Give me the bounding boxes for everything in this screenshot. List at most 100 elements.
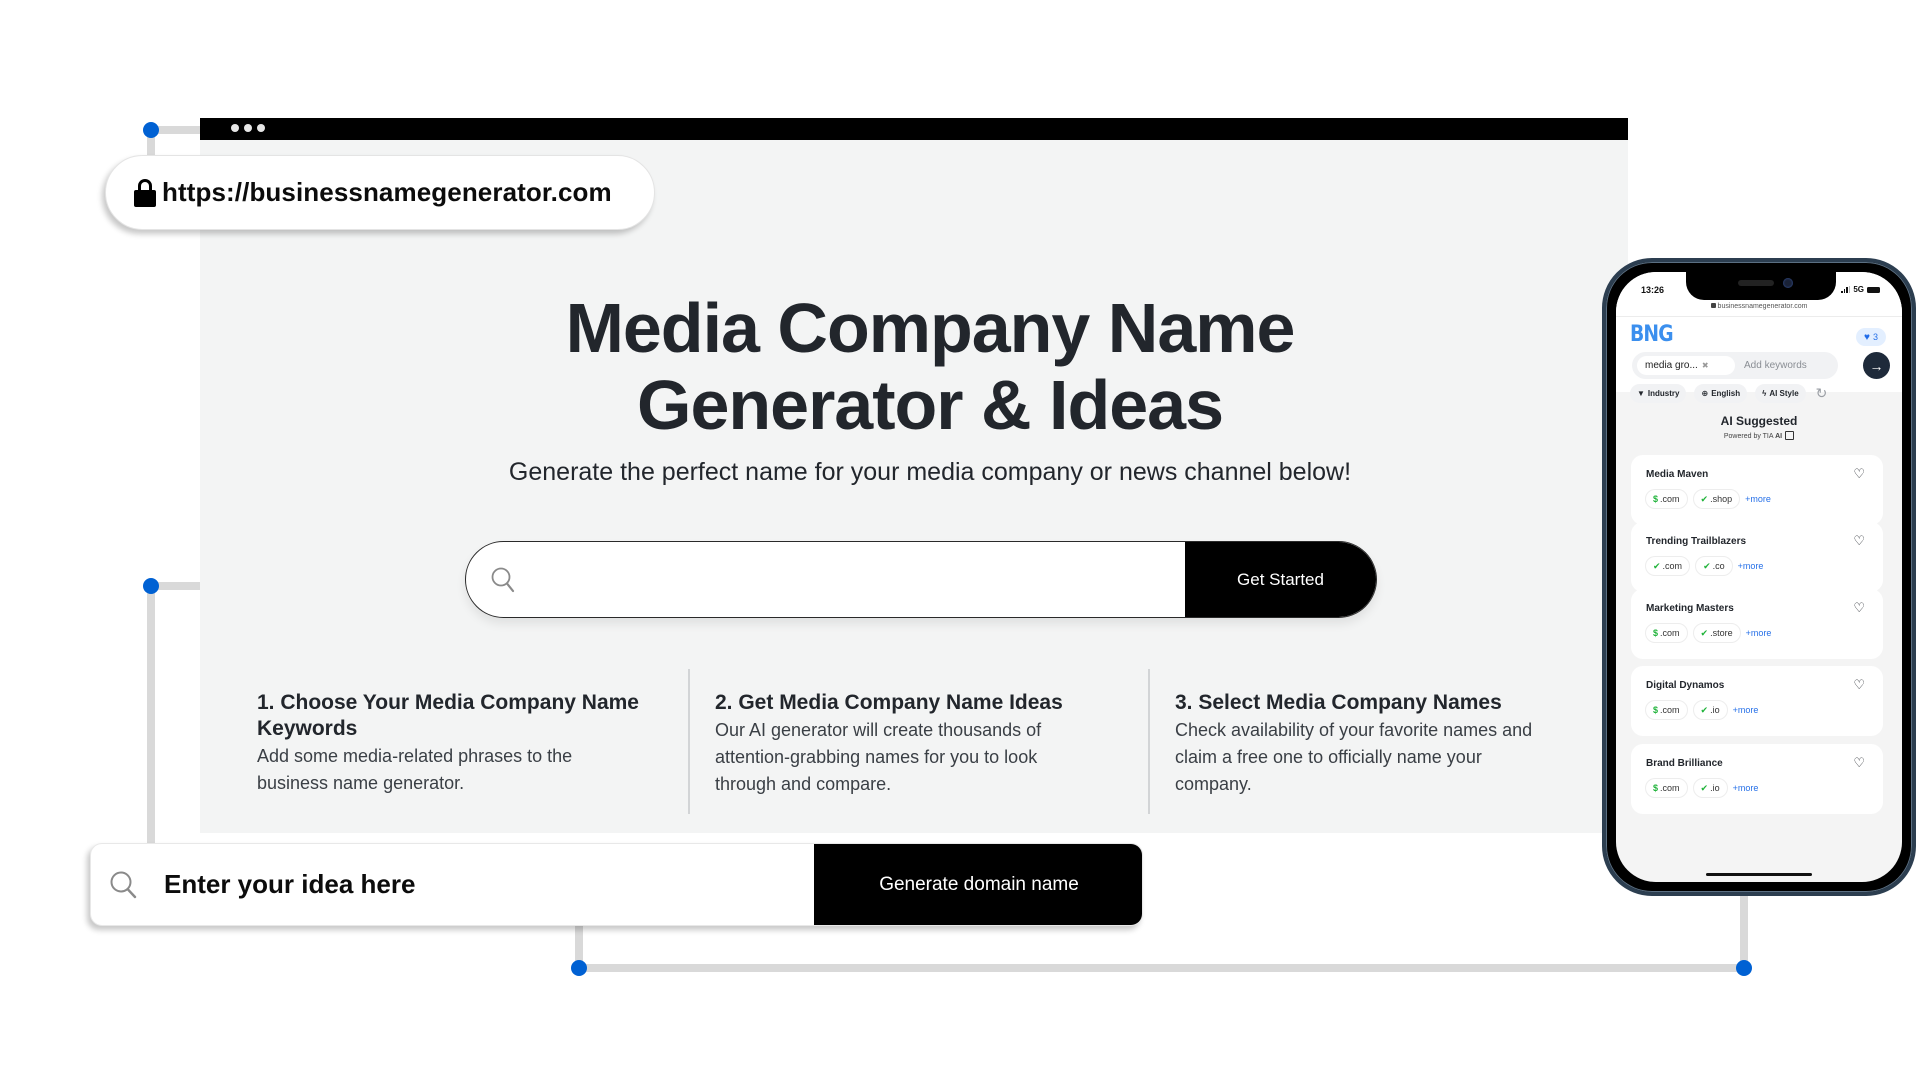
check-icon: ✔ bbox=[1653, 560, 1661, 571]
add-keywords-input[interactable]: Add keywords bbox=[1744, 352, 1807, 379]
name-card[interactable]: Marketing Masters ♡ $ .com ✔ .store +more bbox=[1631, 589, 1883, 659]
more-tlds-link[interactable]: +more bbox=[1733, 705, 1759, 715]
remove-keyword-icon[interactable]: ✖ bbox=[1702, 361, 1709, 370]
connector-dot-bottom-left bbox=[571, 960, 587, 976]
tld-chip[interactable]: ✔ .com bbox=[1645, 556, 1691, 576]
filter-language[interactable]: ⊕ English bbox=[1694, 384, 1748, 403]
tld-chip[interactable]: ✔ .io bbox=[1692, 700, 1728, 720]
tld-chip[interactable]: ✔ .co bbox=[1695, 556, 1733, 576]
page-title-line-1: Media Company Name bbox=[565, 289, 1296, 367]
step-3-description: Check availability of your favorite name… bbox=[1175, 717, 1595, 798]
address-url: https://businessnamegenerator.com bbox=[162, 177, 612, 207]
connector-dot-top bbox=[143, 122, 159, 138]
address-bar[interactable]: https://businessnamegenerator.com bbox=[105, 155, 655, 230]
step-2-desc-line-1: Our AI generator will create thousands o… bbox=[715, 720, 1042, 740]
phone-url-bar[interactable]: businessnamegenerator.com bbox=[1616, 303, 1902, 310]
tld-chip[interactable]: ✔ .io bbox=[1692, 778, 1728, 798]
favorites-badge[interactable]: ♥ 3 bbox=[1856, 328, 1886, 346]
premium-dollar-icon: $ bbox=[1653, 494, 1659, 504]
tld-chip[interactable]: $ .com bbox=[1645, 489, 1688, 509]
generate-domain-button[interactable]: Generate domain name bbox=[814, 844, 1142, 925]
tld-label: .co bbox=[1712, 561, 1725, 571]
bolt-icon: ϟ bbox=[1762, 389, 1767, 398]
filter-industry[interactable]: ▼ Industry bbox=[1630, 384, 1687, 403]
keyword-box: media gro... ✖ Add keywords bbox=[1632, 352, 1838, 379]
heart-outline-icon[interactable]: ♡ bbox=[1853, 466, 1865, 482]
name-title: Digital Dynamos bbox=[1646, 680, 1725, 691]
search-icon bbox=[490, 566, 516, 599]
tld-chip[interactable]: $ .com bbox=[1645, 623, 1688, 643]
bng-logo[interactable]: BNG bbox=[1630, 322, 1674, 347]
more-tlds-link[interactable]: +more bbox=[1746, 628, 1772, 638]
tld-chip[interactable]: ✔ .store bbox=[1692, 623, 1741, 643]
powered-by-label: Powered by TIA bbox=[1723, 433, 1774, 440]
premium-dollar-icon: $ bbox=[1653, 705, 1659, 715]
lock-icon bbox=[1710, 303, 1716, 308]
hero-search-input[interactable] bbox=[536, 542, 1176, 617]
keyword-chip[interactable]: media gro... ✖ bbox=[1637, 356, 1735, 375]
tld-label: .store bbox=[1710, 628, 1733, 638]
status-time: 13:26 bbox=[1641, 285, 1665, 295]
filter-ai-style[interactable]: ϟ AI Style bbox=[1755, 384, 1806, 403]
tld-label: .com bbox=[1660, 705, 1680, 715]
home-indicator[interactable] bbox=[1706, 873, 1812, 876]
arrow-right-icon: → bbox=[1869, 357, 1884, 374]
keyword-chip-label: media gro... bbox=[1645, 360, 1698, 371]
filter-row: ▼ Industry ⊕ English ϟ AI Style ↻ bbox=[1630, 384, 1827, 403]
tld-list: ✔ .com ✔ .co +more bbox=[1645, 556, 1763, 576]
step-divider-2 bbox=[1148, 669, 1150, 814]
search-go-button[interactable]: → bbox=[1863, 352, 1890, 379]
tld-chip[interactable]: $ .com bbox=[1645, 778, 1688, 798]
step-3: 3. Select Media Company Names Check avai… bbox=[1175, 690, 1595, 798]
step-1-description: Add some media-related phrases to the bus… bbox=[257, 743, 677, 797]
filter-label: English bbox=[1711, 389, 1741, 398]
page-title: Media Company Name Generator & Ideas bbox=[360, 290, 1500, 444]
step-2-description: Our AI generator will create thousands o… bbox=[715, 717, 1135, 798]
more-tlds-link[interactable]: +more bbox=[1745, 494, 1771, 504]
name-card[interactable]: Brand Brilliance ♡ $ .com ✔ .io +more bbox=[1631, 744, 1883, 814]
connector-dot-bottom-right bbox=[1736, 960, 1752, 976]
tld-label: .io bbox=[1710, 783, 1720, 793]
get-started-button[interactable]: Get Started bbox=[1185, 542, 1376, 617]
heart-outline-icon[interactable]: ♡ bbox=[1853, 677, 1865, 693]
search-icon bbox=[109, 870, 139, 905]
tld-label: .shop bbox=[1710, 494, 1733, 504]
name-title: Media Maven bbox=[1646, 469, 1709, 480]
globe-icon: ⊕ bbox=[1701, 389, 1709, 398]
name-card[interactable]: Digital Dynamos ♡ $ .com ✔ .io +more bbox=[1631, 666, 1883, 736]
check-icon: ✔ bbox=[1700, 493, 1709, 504]
more-tlds-link[interactable]: +more bbox=[1733, 783, 1759, 793]
heart-outline-icon[interactable]: ♡ bbox=[1853, 533, 1865, 549]
phone-url: businessnamegenerator.com bbox=[1717, 303, 1808, 310]
tld-chip[interactable]: $ .com bbox=[1645, 700, 1688, 720]
phone-screen: 13:26 5G businessnamegenerator.com BNG ♥… bbox=[1616, 272, 1902, 882]
step-2: 2. Get Media Company Name Ideas Our AI g… bbox=[715, 690, 1135, 798]
premium-dollar-icon: $ bbox=[1653, 783, 1659, 793]
step-2-desc-line-3: through and compare. bbox=[715, 774, 892, 794]
powered-by-ai: AI bbox=[1775, 433, 1783, 440]
name-card[interactable]: Trending Trailblazers ♡ ✔ .com ✔ .co +more bbox=[1631, 522, 1883, 592]
idea-input[interactable]: Enter your idea here bbox=[164, 844, 415, 925]
check-icon: ✔ bbox=[1700, 782, 1709, 793]
tld-list: $ .com ✔ .io +more bbox=[1645, 700, 1758, 720]
heart-outline-icon[interactable]: ♡ bbox=[1853, 600, 1865, 616]
name-card[interactable]: Media Maven ♡ $ .com ✔ .shop +more bbox=[1631, 455, 1883, 525]
tld-label: .com bbox=[1660, 494, 1680, 504]
connector-phone-vertical bbox=[1740, 890, 1748, 968]
powered-by: Powered by TIA AI bbox=[1616, 431, 1902, 440]
page-title-line-2: Generator & Ideas bbox=[637, 366, 1224, 444]
tld-label: .io bbox=[1710, 705, 1720, 715]
step-3-title: 3. Select Media Company Names bbox=[1175, 691, 1502, 714]
more-tlds-link[interactable]: +more bbox=[1738, 561, 1764, 571]
tld-chip[interactable]: ✔ .shop bbox=[1692, 489, 1741, 509]
phone-notch bbox=[1686, 272, 1836, 300]
tld-label: .com bbox=[1660, 783, 1680, 793]
step-3-desc-line-1: Check availability of your favorite name… bbox=[1175, 720, 1533, 740]
step-2-desc-line-2: attention-grabbing names for you to look bbox=[715, 747, 1038, 767]
step-3-desc-line-2: claim a free one to officially name your bbox=[1175, 747, 1482, 767]
step-divider-1 bbox=[688, 669, 690, 814]
refresh-icon[interactable]: ↻ bbox=[1816, 385, 1828, 402]
heart-outline-icon[interactable]: ♡ bbox=[1853, 755, 1865, 771]
step-3-desc-line-3: company. bbox=[1175, 774, 1252, 794]
network-label: 5G bbox=[1853, 285, 1864, 294]
